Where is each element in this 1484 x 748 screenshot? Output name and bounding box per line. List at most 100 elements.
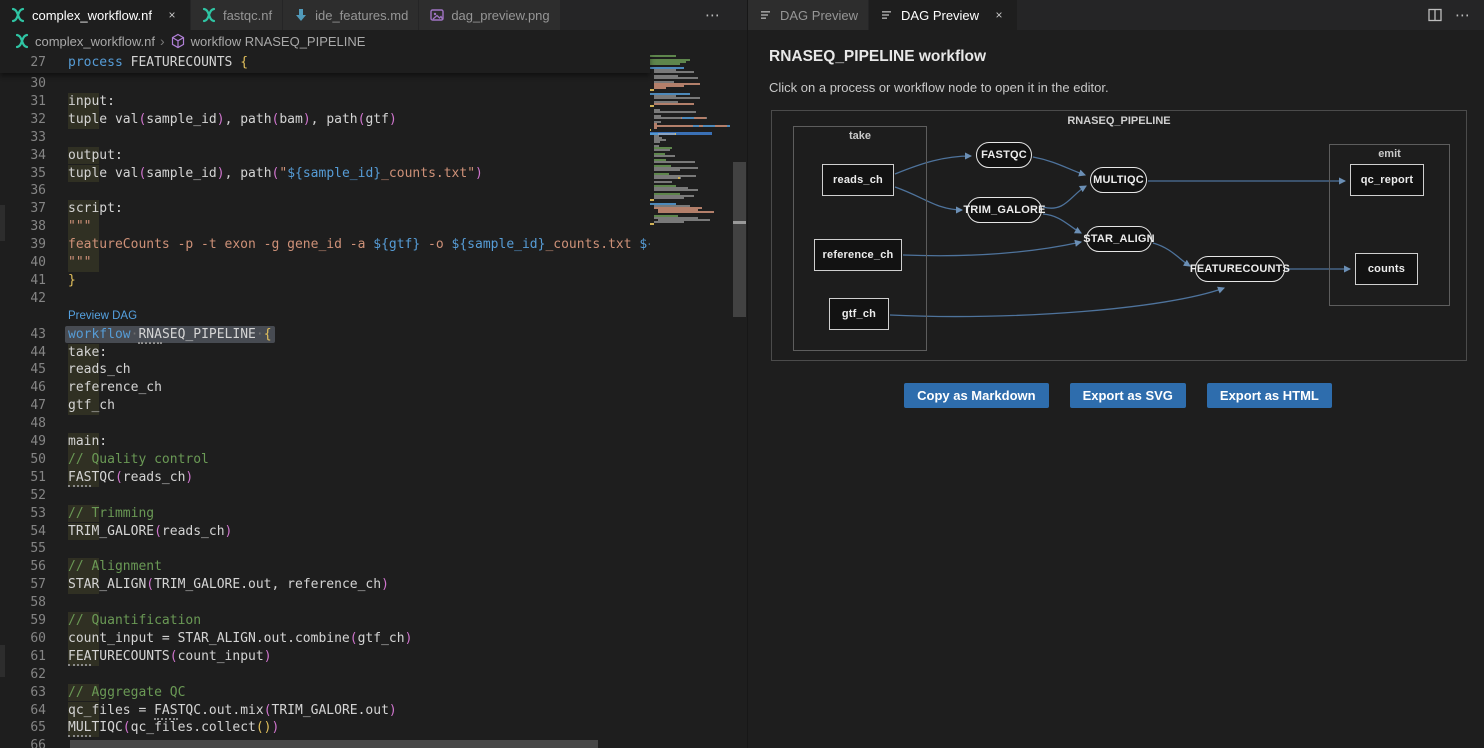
code-line-55[interactable]: 55	[0, 540, 650, 558]
code-line-43[interactable]: 43workflow·RNASEQ_PIPELINE·{	[0, 326, 650, 344]
dag-node-MULTIQC[interactable]: MULTIQC	[1090, 167, 1147, 193]
code-line-60[interactable]: 60count_input = STAR_ALIGN.out.combine(g…	[0, 630, 650, 648]
sticky-scroll-line[interactable]: 27process FEATURECOUNTS {	[0, 52, 650, 73]
code-line-63[interactable]: 63// Aggregate QC	[0, 684, 650, 702]
line-number: 40	[0, 254, 46, 272]
code-line-34[interactable]: 34output:	[0, 147, 650, 165]
code-line-39[interactable]: 39featureCounts -p -t exon -g gene_id -a…	[0, 236, 650, 254]
code-line-48[interactable]: 48	[0, 415, 650, 433]
code-line-42[interactable]: 42	[0, 290, 650, 308]
code-line-33[interactable]: 33	[0, 129, 650, 147]
tab-fastqc-nf[interactable]: fastqc.nf	[191, 0, 283, 30]
line-number: 44	[0, 344, 46, 362]
symbol-workflow-icon	[170, 33, 186, 49]
code-line-36[interactable]: 36	[0, 182, 650, 200]
dag-node-qc_report[interactable]: qc_report	[1350, 164, 1424, 196]
dag-node-TRIM_GALORE[interactable]: TRIM_GALORE	[967, 197, 1042, 223]
tab-right-dag-preview[interactable]: DAG Preview×	[869, 0, 1018, 30]
dag-node-FEATURECOUNTS[interactable]: FEATURECOUNTS	[1195, 256, 1285, 282]
dag-node-FASTQC[interactable]: FASTQC	[976, 142, 1032, 168]
code-line-31[interactable]: 31input:	[0, 93, 650, 111]
line-number: 50	[0, 451, 46, 469]
more-actions-icon[interactable]: ⋯	[705, 6, 721, 24]
code-line-54[interactable]: 54TRIM_GALORE(reads_ch)	[0, 523, 650, 541]
dag-preview-panel: RNASEQ_PIPELINE workflow Click on a proc…	[748, 30, 1484, 748]
code-line-35[interactable]: 35tuple val(sample_id), path("${sample_i…	[0, 165, 650, 183]
dag-node-counts[interactable]: counts	[1355, 253, 1418, 285]
editor-vertical-scrollbar[interactable]	[732, 52, 747, 748]
nextflow-icon	[201, 7, 217, 23]
dag-edge-TRIM_GALORE-MULTIQC	[1043, 186, 1086, 208]
line-number: 45	[0, 361, 46, 379]
split-editor-icon[interactable]	[1427, 7, 1443, 23]
vscroll-thumb[interactable]	[733, 162, 746, 317]
export-as-html-button[interactable]: Export as HTML	[1207, 383, 1332, 408]
code-line-62[interactable]: 62	[0, 666, 650, 684]
editor-horizontal-scrollbar[interactable]	[0, 740, 650, 748]
dag-node-reference_ch[interactable]: reference_ch	[814, 239, 902, 271]
code-line-32[interactable]: 32tuple val(sample_id), path(bam), path(…	[0, 111, 650, 129]
code-line-59[interactable]: 59// Quantification	[0, 612, 650, 630]
line-number: 57	[0, 576, 46, 594]
line-number: 37	[0, 200, 46, 218]
code-line-47[interactable]: 47gtf_ch	[0, 397, 650, 415]
dag-edge-TRIM_GALORE-STAR_ALIGN	[1043, 214, 1081, 233]
code-line-41[interactable]: 41}	[0, 272, 650, 290]
dag-cluster-label: take	[794, 130, 926, 142]
code-line-44[interactable]: 44take:	[0, 344, 650, 362]
dag-edge-STAR_ALIGN-FEATURECOUNTS	[1153, 243, 1190, 266]
line-number: 30	[0, 75, 46, 93]
overview-cursor-mark	[733, 221, 746, 224]
tab-complex-workflow-nf[interactable]: complex_workflow.nf ×	[0, 0, 191, 30]
tab-right-dag-preview[interactable]: DAG Preview	[748, 0, 869, 30]
code-line-50[interactable]: 50// Quality control	[0, 451, 650, 469]
code-line-51[interactable]: 51FASTQC(reads_ch)	[0, 469, 650, 487]
line-number: 35	[0, 165, 46, 183]
dag-node-reads_ch[interactable]: reads_ch	[822, 164, 894, 196]
code-line-37[interactable]: 37script:	[0, 200, 650, 218]
line-number: 61	[0, 648, 46, 666]
dag-cluster-label: emit	[1330, 148, 1449, 160]
line-number: 59	[0, 612, 46, 630]
code-editor[interactable]: 3031input:32tuple val(sample_id), path(b…	[0, 52, 747, 748]
line-number: 36	[0, 182, 46, 200]
line-number: 62	[0, 666, 46, 684]
code-line-56[interactable]: 56// Alignment	[0, 558, 650, 576]
close-icon[interactable]: ×	[164, 8, 180, 22]
breadcrumb-symbol[interactable]: workflow RNASEQ_PIPELINE	[191, 34, 366, 49]
preview-lines-icon	[758, 7, 774, 23]
code-line-30[interactable]: 30	[0, 75, 650, 93]
code-line-57[interactable]: 57STAR_ALIGN(TRIM_GALORE.out, reference_…	[0, 576, 650, 594]
code-line-58[interactable]: 58	[0, 594, 650, 612]
codelens-row[interactable]: Preview DAG	[0, 308, 650, 326]
code-line-40[interactable]: 40"""	[0, 254, 650, 272]
tab-ide-features-md[interactable]: ide_features.md	[283, 0, 419, 30]
code-line-53[interactable]: 53// Trimming	[0, 505, 650, 523]
minimap[interactable]	[650, 52, 732, 748]
line-number: 38	[0, 218, 46, 236]
tab-dag-preview-png[interactable]: dag_preview.png	[419, 0, 560, 30]
export-as-svg-button[interactable]: Export as SVG	[1070, 383, 1186, 408]
line-number: 42	[0, 290, 46, 308]
codelens-preview-dag[interactable]: Preview DAG	[68, 308, 137, 326]
code-line-64[interactable]: 64qc_files = FASTQC.out.mix(TRIM_GALORE.…	[0, 702, 650, 720]
dag-node-gtf_ch[interactable]: gtf_ch	[829, 298, 889, 330]
code-line-38[interactable]: 38"""	[0, 218, 650, 236]
breadcrumb[interactable]: complex_workflow.nf › workflow RNASEQ_PI…	[0, 30, 761, 52]
code-line-46[interactable]: 46reference_ch	[0, 379, 650, 397]
more-actions-icon[interactable]: ⋯	[1455, 6, 1471, 24]
close-icon[interactable]: ×	[991, 8, 1007, 22]
left-tabbar-actions: ⋯	[705, 0, 721, 30]
line-number: 47	[0, 397, 46, 415]
copy-as-markdown-button[interactable]: Copy as Markdown	[904, 383, 1048, 408]
code-line-65[interactable]: 65MULTIQC(qc_files.collect())	[0, 719, 650, 737]
code-line-45[interactable]: 45reads_ch	[0, 361, 650, 379]
breadcrumb-file[interactable]: complex_workflow.nf	[35, 34, 155, 49]
dag-node-STAR_ALIGN[interactable]: STAR_ALIGN	[1086, 226, 1152, 252]
page-title: RNASEQ_PIPELINE workflow	[769, 48, 1484, 66]
code-line-52[interactable]: 52	[0, 487, 650, 505]
hscroll-thumb[interactable]	[70, 740, 598, 748]
code-line-61[interactable]: 61FEATURECOUNTS(count_input)	[0, 648, 650, 666]
code-line-49[interactable]: 49main:	[0, 433, 650, 451]
tab-label: complex_workflow.nf	[32, 8, 152, 23]
